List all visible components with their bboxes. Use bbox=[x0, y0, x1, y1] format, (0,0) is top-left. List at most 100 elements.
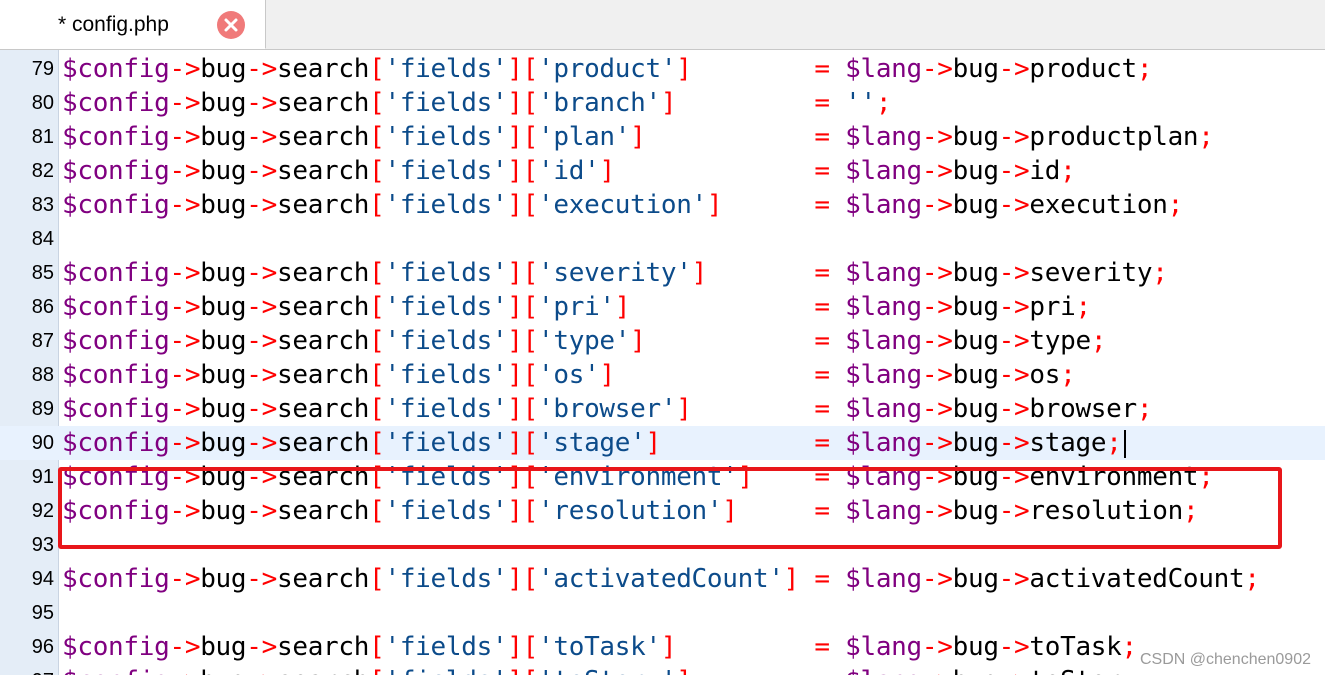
token-lang-var: $lang bbox=[845, 326, 922, 356]
token-assign: = bbox=[814, 258, 830, 288]
token-bracket: ] bbox=[599, 360, 615, 390]
token-assign: = bbox=[814, 360, 830, 390]
token-identifier: bug bbox=[952, 326, 999, 356]
token-arrow: -> bbox=[246, 326, 277, 356]
token-lang-var: $lang bbox=[845, 54, 922, 84]
token-assign: = bbox=[814, 88, 830, 118]
code-line-90[interactable]: 90 $config->bug->search['fields']['stage'… bbox=[0, 426, 1325, 460]
token-config-var: $config bbox=[62, 54, 170, 84]
code-line-82[interactable]: 82 $config->bug->search['fields']['id'] =… bbox=[0, 154, 1325, 188]
token-string: 'fields' bbox=[384, 428, 508, 458]
token-lang-var: $lang bbox=[845, 564, 922, 594]
token-string: 'fields' bbox=[384, 292, 508, 322]
token-assign: = bbox=[814, 632, 830, 662]
token-bracket: ][ bbox=[507, 156, 539, 186]
token-config-var: $config bbox=[62, 428, 170, 458]
token-arrow: -> bbox=[998, 632, 1030, 662]
token-semicolon: ; bbox=[1136, 54, 1153, 84]
token-identifier: search bbox=[276, 326, 370, 356]
token-arrow: -> bbox=[921, 632, 953, 662]
token-bracket: ][ bbox=[507, 394, 539, 424]
token-lang-var: $lang bbox=[845, 156, 922, 186]
token-bracket: ] bbox=[676, 394, 692, 424]
token-arrow: -> bbox=[998, 156, 1030, 186]
token-identifier: search bbox=[276, 54, 370, 84]
token-bracket: ] bbox=[676, 54, 692, 84]
token-bracket: ][ bbox=[507, 428, 539, 458]
line-number: 96 bbox=[31, 636, 54, 658]
code-line-94[interactable]: 94 $config->bug->search['fields']['activa… bbox=[0, 562, 1325, 596]
token-identifier: activatedCount bbox=[1029, 564, 1245, 594]
token-identifier: toTask bbox=[1029, 632, 1122, 662]
token-semicolon: ; bbox=[1136, 394, 1153, 424]
token-arrow: -> bbox=[998, 394, 1030, 424]
code-line-97[interactable]: 97$config->bug->search['fields']['toStor… bbox=[0, 664, 1325, 675]
token-arrow: -> bbox=[998, 292, 1030, 322]
text-cursor bbox=[1123, 429, 1126, 458]
code-line-95[interactable]: 95 bbox=[0, 596, 1325, 630]
line-number: 95 bbox=[31, 602, 54, 624]
token-bracket: ] bbox=[676, 666, 692, 675]
code-line-80[interactable]: 80 $config->bug->search['fields']['branch… bbox=[0, 86, 1325, 120]
token-arrow: -> bbox=[921, 190, 953, 220]
token-identifier: bug bbox=[952, 258, 999, 288]
line-number: 97 bbox=[0, 664, 54, 675]
token-identifier: bug bbox=[200, 122, 247, 152]
tab-config-php[interactable]: * config.php bbox=[0, 0, 266, 49]
code-line-81[interactable]: 81 $config->bug->search['fields']['plan']… bbox=[0, 120, 1325, 154]
token-arrow: -> bbox=[169, 394, 201, 424]
token-semicolon: ; bbox=[875, 88, 892, 118]
token-arrow: -> bbox=[169, 54, 201, 84]
code-line-79[interactable]: 79 $config->bug->search['fields']['produc… bbox=[0, 52, 1325, 86]
token-assign: = bbox=[814, 666, 830, 675]
code-text: $config->bug->search['fields']['pri'] = … bbox=[62, 290, 1091, 324]
token-identifier: stage bbox=[1029, 428, 1107, 458]
line-number: 82 bbox=[31, 160, 54, 182]
token-arrow: -> bbox=[169, 428, 201, 458]
token-identifier: productplan bbox=[1029, 122, 1199, 152]
code-line-83[interactable]: 83 $config->bug->search['fields']['execut… bbox=[0, 188, 1325, 222]
code-line-86[interactable]: 86 $config->bug->search['fields']['pri'] … bbox=[0, 290, 1325, 324]
token-identifier: product bbox=[1029, 54, 1137, 84]
token-lang-var: $lang bbox=[845, 394, 922, 424]
token-bracket: ][ bbox=[507, 666, 538, 675]
code-editor[interactable]: 79 $config->bug->search['fields']['produc… bbox=[0, 50, 1325, 675]
close-icon[interactable] bbox=[217, 11, 245, 39]
token-bracket: [ bbox=[369, 88, 385, 118]
token-semicolon: ; bbox=[1244, 564, 1260, 594]
token-semicolon: ; bbox=[1121, 632, 1138, 662]
code-line-89[interactable]: 89 $config->bug->search['fields']['browse… bbox=[0, 392, 1325, 426]
token-string: 'severity' bbox=[538, 258, 692, 288]
token-identifier: search bbox=[276, 190, 370, 220]
token-config-var: $config bbox=[62, 190, 170, 220]
token-bracket: [ bbox=[369, 394, 385, 424]
code-line-84[interactable]: 84 bbox=[0, 222, 1325, 256]
token-arrow: -> bbox=[998, 564, 1030, 594]
code-line-87[interactable]: 87 $config->bug->search['fields']['type']… bbox=[0, 324, 1325, 358]
token-bracket: ][ bbox=[507, 632, 539, 662]
line-number: 89 bbox=[31, 398, 54, 420]
token-string: 'toStory' bbox=[538, 666, 676, 675]
watermark: CSDN @chenchen0902 bbox=[1139, 651, 1311, 668]
token-semicolon: ; bbox=[1075, 292, 1091, 322]
tab-title: * config.php bbox=[58, 13, 169, 36]
token-bracket: [ bbox=[369, 326, 385, 356]
token-bracket: ] bbox=[599, 156, 615, 186]
token-bracket: [ bbox=[369, 258, 385, 288]
token-semicolon: ; bbox=[1060, 156, 1076, 186]
token-identifier: bug bbox=[952, 292, 999, 322]
code-line-85[interactable]: 85 $config->bug->search['fields']['severi… bbox=[0, 256, 1325, 290]
code-line-88[interactable]: 88 $config->bug->search['fields']['os'] =… bbox=[0, 358, 1325, 392]
code-line-96[interactable]: 96 $config->bug->search['fields']['toTask… bbox=[0, 630, 1325, 664]
